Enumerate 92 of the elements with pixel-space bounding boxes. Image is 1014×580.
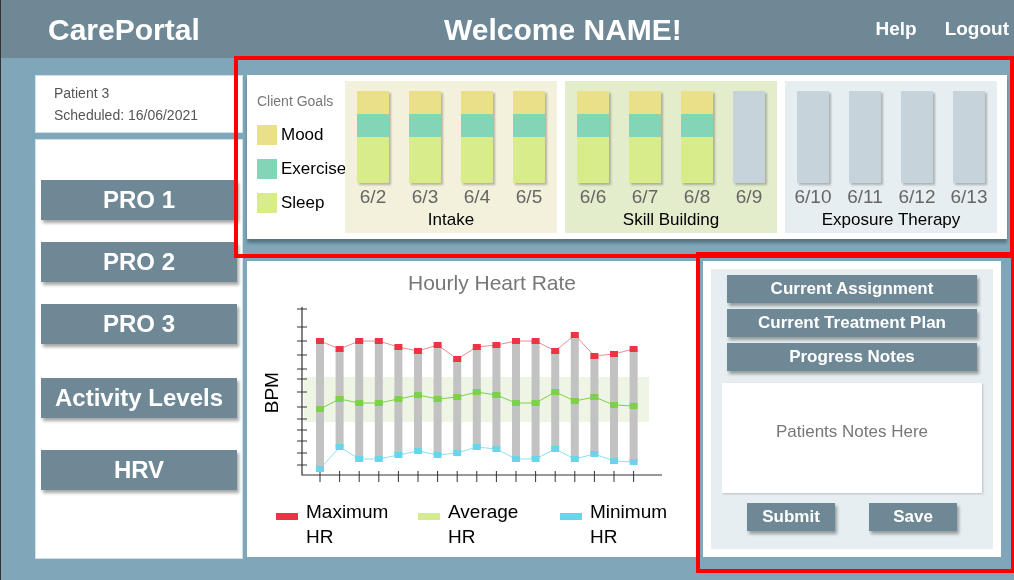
max-point — [394, 343, 403, 350]
average-point — [492, 391, 501, 398]
average-point — [531, 399, 540, 406]
date-label: 6/10 — [794, 185, 832, 209]
max-point — [570, 331, 579, 338]
legend-label: Mood — [281, 124, 324, 147]
average-point — [433, 395, 442, 402]
scheduled-date: Scheduled: 16/06/2021 — [54, 106, 199, 125]
min-point — [433, 451, 442, 458]
average-point — [551, 388, 560, 395]
average-point — [610, 401, 618, 408]
legend-label: Average HR — [448, 499, 520, 549]
average-point — [394, 395, 403, 402]
min-point — [610, 457, 618, 464]
min-point — [472, 443, 481, 450]
phase-label: Exposure Therapy — [821, 209, 961, 231]
date-label: 6/7 — [631, 185, 659, 209]
max-point — [433, 341, 442, 348]
legend-label: Sleep — [281, 192, 325, 215]
panel-tab[interactable]: Current Assignment — [727, 275, 977, 303]
patient-name: Patient 3 — [54, 84, 111, 103]
nav-button[interactable]: PRO 1 — [41, 180, 237, 220]
average-point — [453, 393, 462, 400]
max-point — [512, 337, 520, 344]
date-label: 6/13 — [950, 185, 988, 209]
action-button[interactable]: Submit — [747, 503, 835, 531]
min-point — [551, 445, 560, 452]
nav-button[interactable]: PRO 3 — [41, 304, 237, 344]
app-logo: CarePortal — [48, 11, 201, 48]
average-point — [570, 397, 579, 404]
header-link[interactable]: Logout — [944, 14, 1009, 44]
min-point — [414, 447, 422, 454]
max-point — [316, 337, 324, 344]
average-point — [512, 399, 520, 406]
average-point — [472, 388, 481, 395]
phase-label: Skill Building — [622, 209, 720, 231]
average-point — [355, 399, 364, 406]
nav-button[interactable]: Activity Levels — [41, 378, 237, 418]
average-point — [335, 395, 344, 402]
date-label: 6/11 — [847, 185, 883, 209]
y-axis-label: BPM — [259, 373, 283, 414]
date-label: 6/3 — [411, 185, 439, 209]
max-point — [531, 337, 540, 344]
max-point — [492, 341, 501, 348]
max-point — [551, 347, 560, 354]
panel-tab[interactable]: Current Treatment Plan — [727, 309, 977, 337]
min-point — [570, 455, 579, 462]
min-point — [316, 465, 324, 472]
notes-field[interactable]: Patients Notes Here — [722, 383, 982, 493]
min-point — [590, 450, 599, 457]
nav-button[interactable]: HRV — [41, 450, 237, 490]
min-point — [374, 455, 383, 462]
max-point — [629, 345, 638, 352]
date-label: 6/8 — [683, 185, 711, 209]
date-label: 6/12 — [898, 185, 936, 209]
max-point — [355, 337, 364, 344]
min-point — [355, 455, 364, 462]
legend-label: Minimum HR — [590, 499, 669, 549]
welcome-heading: Welcome NAME! — [444, 11, 682, 48]
nav-button[interactable]: PRO 2 — [41, 242, 237, 282]
action-button[interactable]: Save — [869, 503, 957, 531]
date-label: 6/4 — [463, 185, 491, 209]
average-point — [629, 402, 638, 409]
legend-label: Maximum HR — [306, 499, 390, 549]
header-link[interactable]: Help — [875, 14, 917, 44]
min-point — [453, 449, 462, 456]
max-point — [590, 352, 599, 359]
goals-title: Client Goals — [257, 92, 335, 111]
average-point — [590, 393, 599, 400]
phase-label: Intake — [427, 209, 475, 231]
panel-tab[interactable]: Progress Notes — [727, 343, 977, 371]
average-point — [316, 405, 324, 412]
min-point — [512, 455, 520, 462]
date-label: 6/9 — [735, 185, 763, 209]
average-point — [414, 391, 422, 398]
legend-label: Exercise — [281, 158, 347, 181]
min-point — [531, 455, 540, 462]
max-point — [610, 350, 618, 357]
max-point — [374, 337, 383, 344]
date-label: 6/5 — [515, 185, 543, 209]
date-label: 6/2 — [359, 185, 387, 209]
chart-title: Hourly Heart Rate — [407, 270, 577, 296]
date-label: 6/6 — [579, 185, 607, 209]
min-point — [629, 458, 638, 465]
max-point — [453, 355, 462, 362]
min-point — [394, 451, 403, 458]
min-point — [492, 445, 501, 452]
max-point — [335, 345, 344, 352]
average-point — [374, 399, 383, 406]
max-point — [414, 347, 422, 354]
min-point — [335, 443, 344, 450]
max-point — [472, 343, 481, 350]
